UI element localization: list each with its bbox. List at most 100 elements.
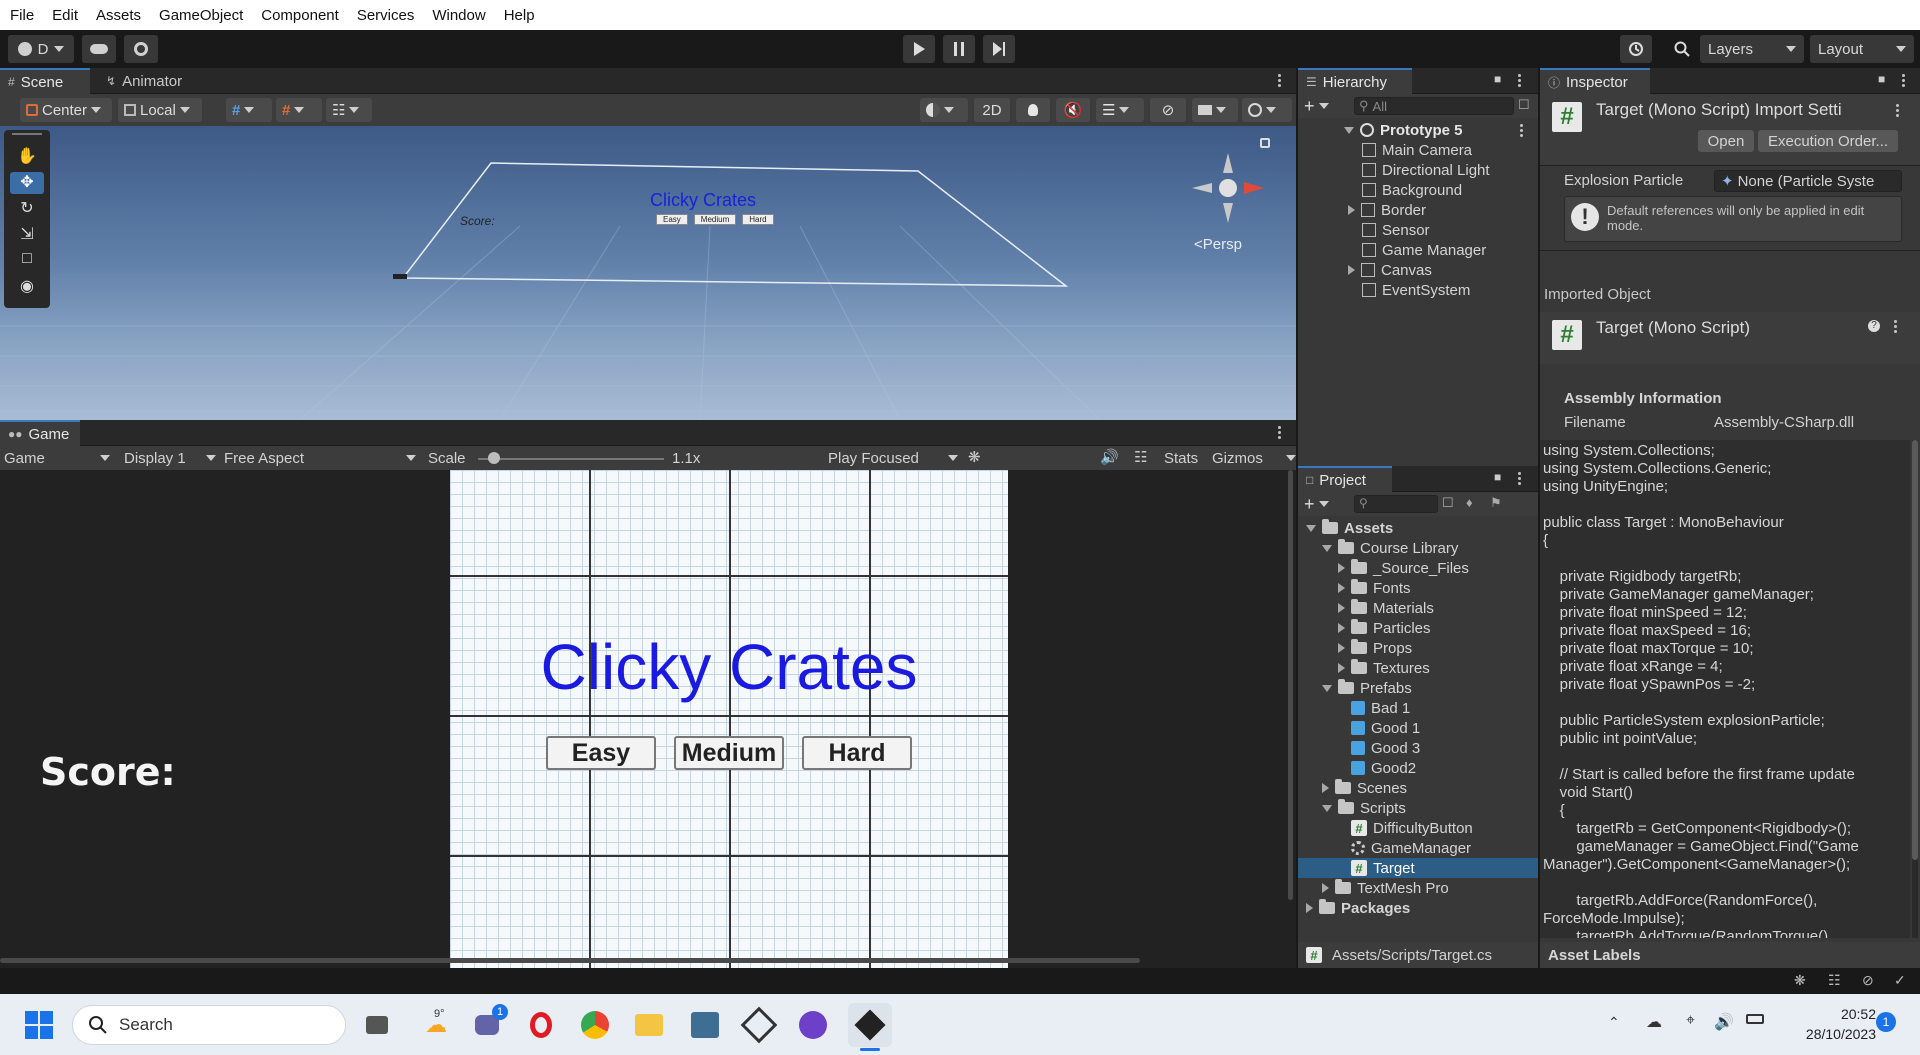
explosion-particle-field[interactable]: ✦ None (Particle Syste bbox=[1714, 170, 1902, 192]
cache-icon[interactable]: ☷ bbox=[1828, 972, 1841, 989]
tab-hierarchy[interactable]: ☰ Hierarchy bbox=[1298, 68, 1412, 94]
stats-button[interactable]: Stats bbox=[1164, 450, 1198, 467]
battery-icon[interactable] bbox=[1746, 1014, 1764, 1024]
hierarchy-menu-icon[interactable] bbox=[1518, 74, 1522, 88]
project-item[interactable]: Good2 bbox=[1298, 758, 1538, 778]
weather-icon[interactable]: ☁ 9° bbox=[414, 1008, 458, 1042]
scene-menu-icon[interactable] bbox=[1278, 74, 1282, 88]
bug-icon[interactable]: ❋ bbox=[1794, 972, 1806, 989]
tag-icon[interactable]: ⚑ bbox=[1490, 495, 1502, 511]
bug-icon[interactable]: ❋ bbox=[968, 448, 981, 466]
project-item[interactable]: # Target bbox=[1298, 858, 1538, 878]
hard-button[interactable]: Hard bbox=[802, 736, 912, 770]
space-dropdown[interactable]: Local bbox=[118, 98, 202, 122]
task-view-icon[interactable] bbox=[360, 1008, 394, 1042]
camera-dropdown[interactable] bbox=[1192, 98, 1238, 122]
tab-inspector[interactable]: ⓘ Inspector bbox=[1540, 68, 1650, 94]
github-desktop-icon[interactable] bbox=[796, 1008, 830, 1042]
lock-icon[interactable]: ■ bbox=[1878, 72, 1885, 86]
keyboard-icon[interactable]: ☷ bbox=[1134, 448, 1147, 466]
taskbar-search-box[interactable]: Search bbox=[72, 1005, 346, 1045]
search-by-label-icon[interactable]: ♦ bbox=[1466, 495, 1473, 510]
menu-window[interactable]: Window bbox=[432, 7, 485, 24]
lock-icon[interactable] bbox=[1260, 138, 1270, 148]
open-button[interactable]: Open bbox=[1698, 130, 1754, 152]
lighting-button[interactable] bbox=[1016, 98, 1050, 122]
game-mode-dropdown[interactable]: Game bbox=[4, 448, 110, 468]
project-item[interactable]: Assets bbox=[1298, 518, 1538, 538]
clock[interactable]: 20:52 28/10/2023 bbox=[1776, 1004, 1876, 1044]
menu-gameobject[interactable]: GameObject bbox=[159, 7, 243, 24]
project-item[interactable]: Packages bbox=[1298, 898, 1538, 918]
inspector-scroll-thumb[interactable] bbox=[1912, 440, 1918, 860]
display-dropdown[interactable]: Display 1 bbox=[124, 448, 216, 468]
opera-icon[interactable] bbox=[524, 1008, 558, 1042]
tab-animator[interactable]: ↯ Animator bbox=[98, 68, 208, 94]
hierarchy-item[interactable]: Background bbox=[1362, 180, 1462, 200]
gizmos-dropdown[interactable] bbox=[1242, 98, 1292, 122]
onedrive-icon[interactable]: ☁ bbox=[1646, 1012, 1662, 1032]
hierarchy-item[interactable]: Directional Light bbox=[1362, 160, 1490, 180]
windows-start-icon[interactable] bbox=[22, 1008, 56, 1042]
layers-dropdown[interactable]: Layers bbox=[1700, 35, 1804, 63]
mysql-workbench-icon[interactable] bbox=[688, 1008, 722, 1042]
chevron-up-icon[interactable]: ⌃ bbox=[1608, 1014, 1620, 1031]
hierarchy-item[interactable]: Game Manager bbox=[1362, 240, 1486, 260]
notification-badge[interactable]: 1 bbox=[1876, 1012, 1896, 1032]
imported-object-menu-icon[interactable] bbox=[1894, 320, 1898, 334]
game-vertical-scrollbar[interactable] bbox=[1288, 470, 1293, 900]
file-explorer-icon[interactable] bbox=[632, 1008, 666, 1042]
hierarchy-item[interactable]: Border bbox=[1348, 200, 1426, 220]
scale-slider-handle[interactable] bbox=[488, 452, 500, 464]
medium-button[interactable]: Medium bbox=[674, 736, 784, 770]
perspective-label[interactable]: <Persp bbox=[1194, 236, 1242, 253]
game-gizmos-dropdown[interactable]: Gizmos bbox=[1212, 448, 1296, 468]
orientation-gizmo[interactable] bbox=[1188, 148, 1268, 228]
project-item[interactable]: Particles bbox=[1298, 618, 1538, 638]
play-button[interactable] bbox=[903, 35, 935, 63]
menu-component[interactable]: Component bbox=[261, 7, 339, 24]
scale-tool-icon[interactable]: ⇲ bbox=[10, 224, 44, 246]
tab-scene[interactable]: # Scene bbox=[0, 68, 90, 94]
hierarchy-item[interactable]: EventSystem bbox=[1362, 280, 1470, 300]
align-button[interactable]: ☷ bbox=[326, 98, 372, 122]
aspect-dropdown[interactable]: Free Aspect bbox=[224, 448, 416, 468]
cloud-button[interactable] bbox=[82, 35, 116, 63]
unity-hub-icon[interactable] bbox=[740, 1006, 778, 1044]
project-item[interactable]: Prefabs bbox=[1298, 678, 1538, 698]
project-search-input[interactable]: ⚲ bbox=[1354, 495, 1438, 513]
checkmark-icon[interactable]: ✓ bbox=[1894, 972, 1906, 989]
project-item[interactable]: Props bbox=[1298, 638, 1538, 658]
collab-button[interactable] bbox=[124, 35, 158, 63]
hierarchy-item[interactable]: Sensor bbox=[1362, 220, 1430, 240]
help-icon[interactable]: ? bbox=[1868, 320, 1880, 332]
tab-game[interactable]: ●● Game bbox=[0, 420, 80, 446]
step-button[interactable] bbox=[983, 35, 1015, 63]
chrome-icon[interactable] bbox=[578, 1008, 612, 1042]
move-tool-icon[interactable]: ✥ bbox=[10, 172, 44, 194]
game-viewport[interactable]: Score: Clicky Crates Easy Medium Hard bbox=[0, 470, 1296, 968]
scene-root-menu-icon[interactable] bbox=[1520, 124, 1524, 138]
game-horizontal-scrollbar[interactable] bbox=[0, 958, 1140, 963]
create-dropdown[interactable]: + bbox=[1304, 96, 1338, 116]
rotate-tool-icon[interactable]: ↻ bbox=[10, 198, 44, 220]
project-item[interactable]: TextMesh Pro bbox=[1298, 878, 1538, 898]
rect-tool-icon[interactable]: □ bbox=[10, 250, 44, 272]
hand-tool-icon[interactable]: ✋ bbox=[10, 146, 44, 168]
draw-mode-dropdown[interactable] bbox=[920, 98, 968, 122]
inspector-scrollbar[interactable] bbox=[1912, 440, 1918, 938]
menu-help[interactable]: Help bbox=[504, 7, 535, 24]
menu-file[interactable]: File bbox=[10, 7, 34, 24]
inspector-menu-icon[interactable] bbox=[1902, 74, 1906, 88]
visibility-button[interactable]: ⊘ bbox=[1150, 98, 1186, 122]
project-item[interactable]: # DifficultyButton bbox=[1298, 818, 1538, 838]
project-item[interactable]: Materials bbox=[1298, 598, 1538, 618]
project-item[interactable]: Bad 1 bbox=[1298, 698, 1538, 718]
project-item[interactable]: Course Library bbox=[1298, 538, 1538, 558]
asset-labels-bar[interactable]: Asset Labels bbox=[1540, 942, 1920, 968]
project-item[interactable]: Good 1 bbox=[1298, 718, 1538, 738]
project-item[interactable]: _Source_Files bbox=[1298, 558, 1538, 578]
pivot-dropdown[interactable]: Center bbox=[20, 98, 112, 122]
volume-icon[interactable]: 🔊 bbox=[1714, 1012, 1734, 1032]
increment-snap-button[interactable]: # bbox=[276, 98, 322, 122]
